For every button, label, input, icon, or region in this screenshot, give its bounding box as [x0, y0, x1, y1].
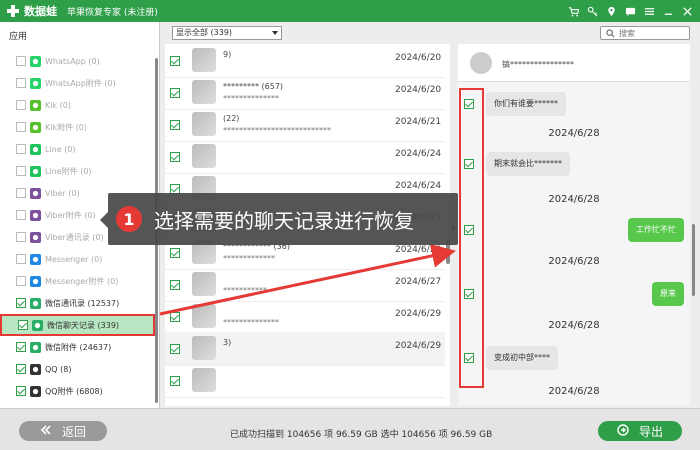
export-button-label: 导出 [638, 424, 663, 439]
back-button[interactable]: 返回 [19, 421, 107, 441]
callout-tail [100, 212, 108, 228]
footer-bar: 返回 已成功扫描到 104656 项 96.59 GB 选中 104656 项 … [0, 408, 700, 450]
export-button[interactable]: 导出 [598, 421, 682, 441]
double-chevron-left-icon [40, 424, 52, 438]
back-button-label: 返回 [61, 424, 86, 439]
callout-text: 选择需要的聊天记录进行恢复 [154, 208, 414, 233]
instruction-callout: 1 选择需要的聊天记录进行恢复 [108, 193, 458, 245]
scan-status-text: 已成功扫描到 104656 项 96.59 GB 选中 104656 项 96.… [230, 430, 493, 440]
export-icon [617, 423, 629, 439]
callout-step-number: 1 [116, 206, 142, 232]
